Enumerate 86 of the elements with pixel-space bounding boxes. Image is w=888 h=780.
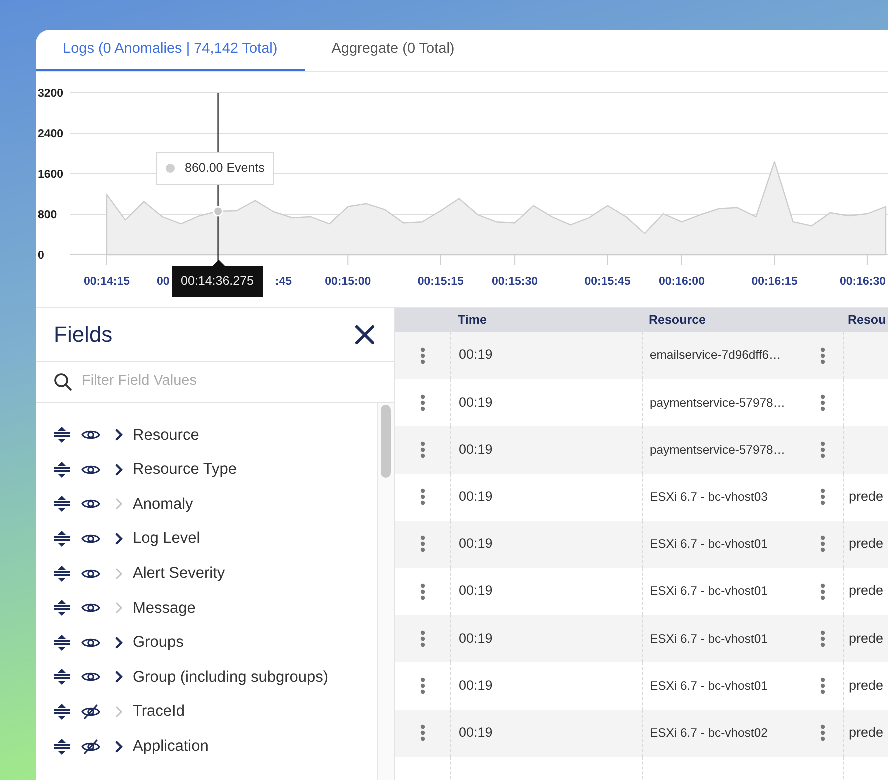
axis-tick (348, 254, 349, 266)
axis-label: 00:15:30 (492, 276, 538, 288)
table-cell-text: emailservice-7d96dff6… (650, 347, 782, 364)
tab[interactable]: Logs (0 Anomalies | 74,142 Total) (36, 30, 305, 71)
field-name[interactable]: Anomaly (133, 492, 194, 516)
axis-tick (681, 254, 682, 266)
axis-tick (440, 254, 442, 266)
drag-handle-icon[interactable] (53, 599, 71, 618)
field-name[interactable]: Resource Type (133, 458, 237, 482)
axis-label: 00:15:15 (418, 276, 464, 288)
field-name[interactable]: TraceId (133, 700, 185, 724)
table-cell-text: prede (849, 630, 884, 648)
table-cell-text: 00:19 (459, 394, 493, 412)
table-cell-text: prede (849, 582, 884, 600)
axis-label: 00:16:15 (752, 276, 798, 288)
table-cell-text: 00:19 (459, 630, 493, 648)
drag-handle-icon[interactable] (53, 703, 71, 722)
table-cell-text: 00:19 (459, 582, 493, 600)
search-icon (54, 373, 72, 391)
field-name[interactable]: Resource (133, 424, 200, 447)
field-name[interactable]: Group (including subgroups) (133, 666, 329, 690)
drag-handle-icon[interactable] (53, 426, 71, 444)
axis-label: :45 (275, 276, 292, 288)
field-name[interactable]: Application (133, 735, 209, 758)
table-cell-text: ESXi 6.7 - bc-vhost01 (650, 583, 768, 600)
axis-label: 00:16:00 (658, 276, 705, 288)
chevron-icon[interactable] (115, 740, 123, 753)
column-header[interactable]: Resource (649, 313, 706, 327)
chevron-icon[interactable] (115, 533, 123, 546)
field-name[interactable]: Log Level (133, 527, 200, 551)
table-cell-text: 00:19 (459, 724, 493, 742)
chevron-icon[interactable] (115, 671, 123, 684)
axis-tick (607, 254, 608, 266)
time-tooltip: 00:14:36.275 (172, 266, 263, 297)
column-header[interactable]: Resou (848, 313, 886, 327)
tab[interactable]: Aggregate (0 Total) (304, 30, 482, 71)
table-cell-text: paymentservice-57978… (650, 442, 786, 459)
axis-tick (514, 254, 516, 266)
axis-label: 3200 (38, 88, 64, 100)
table-cell-text: ESXi 6.7 - bc-vhost03 (650, 489, 768, 506)
drag-handle-icon[interactable] (53, 738, 71, 756)
axis-tick (866, 254, 868, 266)
column-header[interactable]: Time (458, 313, 487, 327)
table-cell-text: ESXi 6.7 - bc-vhost01 (650, 630, 768, 648)
axis-label: 1600 (38, 169, 64, 181)
axis-label: 00:15:00 (325, 276, 372, 288)
drag-handle-icon[interactable] (53, 495, 71, 514)
axis-tick (774, 254, 776, 266)
axis-label: 800 (38, 210, 58, 222)
hover-point (213, 206, 224, 217)
chevron-icon[interactable] (115, 429, 123, 442)
table-cell-text: 00:19 (459, 676, 493, 695)
close-button[interactable] (354, 324, 376, 346)
table-cell-text: prede (849, 724, 884, 742)
table-cell-text: prede (849, 535, 884, 554)
drag-handle-icon[interactable] (53, 634, 71, 652)
table-cell-text: ESXi 6.7 - bc-vhost01 (650, 536, 768, 554)
table-cell-text: prede (849, 676, 884, 695)
field-name[interactable]: Groups (133, 631, 184, 654)
axis-label: 00:16:30 (840, 276, 886, 288)
axis-label: 00:15:45 (584, 276, 631, 288)
table-cell-text: 00:19 (459, 346, 493, 364)
drag-handle-icon[interactable] (53, 530, 71, 548)
drag-handle-icon[interactable] (53, 668, 71, 686)
chevron-icon[interactable] (115, 636, 123, 649)
eye-slash-icon[interactable] (81, 738, 101, 755)
axis-label: 0 (38, 250, 44, 262)
axis-label: 00 (157, 276, 170, 288)
axis-label: 2400 (38, 128, 64, 140)
panel-title: Fields (54, 321, 113, 349)
tooltip: 860.00 Events (156, 152, 274, 185)
chevron-icon[interactable] (115, 464, 123, 476)
drag-handle-icon[interactable] (53, 564, 71, 583)
table-cell-text: 00:19 (459, 488, 493, 506)
field-name[interactable]: Alert Severity (133, 562, 226, 586)
table-cell-text: ESXi 6.7 - bc-vhost02 (650, 724, 768, 742)
table-cell-text: prede (849, 488, 884, 506)
table-cell-text: 00:19 (459, 440, 493, 459)
scrollbar[interactable] (377, 403, 394, 780)
axis-label: 00:14:15 (84, 276, 130, 288)
table-cell-text: 00:19 (459, 535, 493, 554)
table-cell-text: ESXi 6.7 - bc-vhost01 (650, 678, 768, 695)
eye-slash-icon[interactable] (81, 704, 101, 720)
table-cell-text: paymentservice-57978… (650, 394, 786, 412)
field-name[interactable]: Message (133, 596, 196, 620)
drag-handle-icon[interactable] (53, 460, 71, 479)
